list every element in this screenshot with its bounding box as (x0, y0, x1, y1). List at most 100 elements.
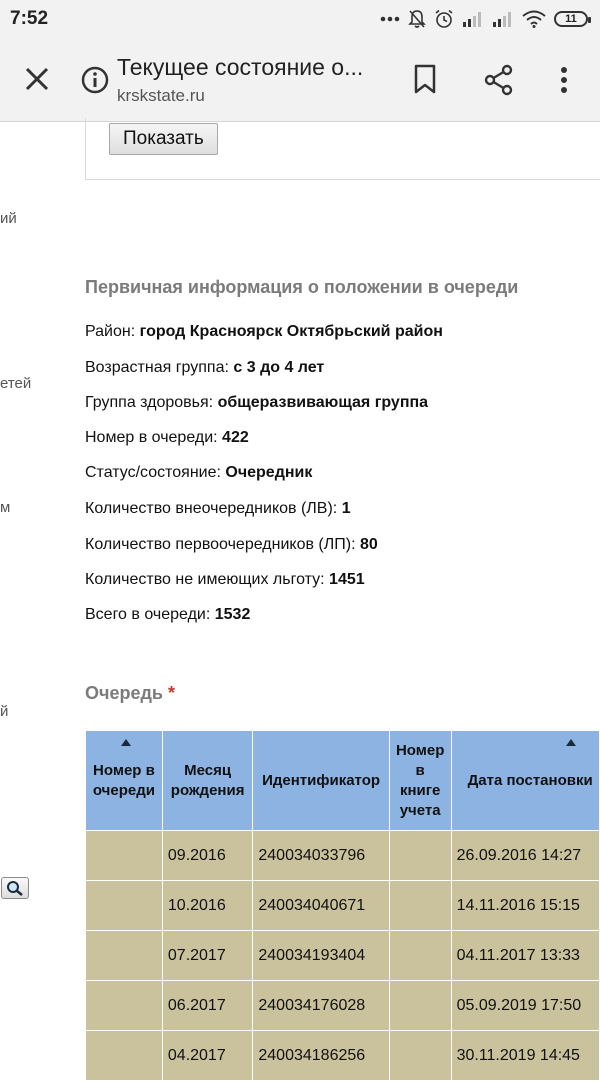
info-label: Количество не имеющих льготу: (85, 571, 325, 588)
share-icon[interactable] (482, 63, 516, 97)
column-header-book-number[interactable]: Номер в книге учета (388, 730, 452, 831)
info-label: Всего в очереди: (85, 606, 211, 623)
cell-month: 10.2016 (161, 880, 254, 931)
required-mark: * (167, 683, 175, 703)
cell-number (85, 880, 163, 931)
sidebar-fragment[interactable]: й (0, 703, 8, 720)
info-lp-count: Количество первоочередников (ЛП): 80 (85, 536, 378, 554)
cell-number (85, 980, 163, 1031)
info-age-group: Возрастная группа: с 3 до 4 лет (85, 359, 324, 377)
table-header-row: Номер в очереди Месяц рождения Идентифик… (85, 730, 600, 831)
more-dots-icon (380, 16, 400, 22)
page-url: krskstate.ru (117, 86, 205, 105)
cell-date: 14.11.2016 15:15 (450, 880, 600, 931)
cell-id: 240034186256 (252, 1030, 390, 1081)
cell-book (388, 830, 452, 881)
signal-icon-2 (493, 12, 511, 27)
page-title: Текущее состояние о... (117, 54, 364, 80)
cell-date: 26.09.2016 14:27 (450, 830, 600, 881)
close-icon[interactable] (20, 62, 54, 96)
table-row: 04.2017 240034186256 30.11.2019 14:45 (85, 1030, 600, 1081)
status-bar: 7:52 11 (0, 0, 600, 38)
info-lv-count: Количество внеочередников (ЛВ): 1 (85, 500, 351, 518)
queue-table: Номер в очереди Месяц рождения Идентифик… (85, 730, 600, 1081)
info-value: 1532 (214, 606, 251, 623)
cell-number (85, 930, 163, 981)
sort-arrow-icon (565, 739, 576, 746)
battery-icon: 11 (554, 11, 591, 27)
search-button[interactable] (1, 877, 29, 899)
cell-id: 240034193404 (252, 930, 390, 981)
column-label: Номер в очереди (92, 761, 155, 799)
info-value: с 3 до 4 лет (233, 359, 325, 376)
sidebar-fragment[interactable]: ий (0, 210, 17, 227)
notifications-off-icon (408, 10, 426, 28)
more-vert-icon[interactable] (552, 63, 576, 97)
table-row: 07.2017 240034193404 04.11.2017 13:33 (85, 930, 600, 981)
cell-number (85, 830, 163, 881)
bookmark-icon[interactable] (410, 63, 440, 95)
info-label: Статус/состояние: (85, 464, 221, 481)
info-label: Возрастная группа: (85, 359, 229, 376)
table-row: 10.2016 240034040671 14.11.2016 15:15 (85, 880, 600, 931)
info-label: Количество внеочередников (ЛВ): (85, 500, 338, 517)
cell-number (85, 1030, 163, 1081)
table-row: 06.2017 240034176028 05.09.2019 17:50 (85, 980, 600, 1031)
column-label: Номер в книге учета (395, 741, 445, 819)
info-icon[interactable] (80, 65, 110, 95)
show-button[interactable]: Показать (109, 123, 218, 155)
queue-heading-text: Очередь (85, 683, 163, 703)
info-label: Количество первоочередников (ЛП): (85, 536, 356, 553)
column-header-number[interactable]: Номер в очереди (85, 730, 163, 831)
cell-month: 06.2017 (161, 980, 254, 1031)
cell-book (388, 880, 452, 931)
sidebar-fragment[interactable]: етей (0, 375, 31, 392)
cell-month: 09.2016 (161, 830, 254, 881)
cell-id: 240034040671 (252, 880, 390, 931)
info-value: 80 (359, 536, 378, 553)
info-label: Группа здоровья: (85, 394, 214, 411)
cell-date: 30.11.2019 14:45 (450, 1030, 600, 1081)
cell-book (388, 1030, 452, 1081)
info-label: Номер в очереди: (85, 429, 218, 446)
cell-id: 240034033796 (252, 830, 390, 881)
cell-month: 04.2017 (161, 1030, 254, 1081)
magnifier-icon (7, 881, 23, 896)
column-header-month[interactable]: Месяц рождения (161, 730, 254, 831)
info-value: 1 (341, 500, 351, 517)
alarm-icon (435, 9, 453, 28)
sort-arrow-icon (121, 739, 131, 746)
status-time: 7:52 (10, 8, 49, 29)
info-value: общеразвивающая группа (217, 394, 429, 411)
cell-date: 04.11.2017 13:33 (450, 930, 600, 981)
info-value: Очередник (225, 464, 313, 481)
info-heading: Первичная информация о положении в очере… (85, 277, 519, 297)
queue-heading: Очередь * (85, 683, 175, 704)
cell-id: 240034176028 (252, 980, 390, 1031)
sidebar-fragment[interactable]: м (0, 499, 10, 516)
column-header-date[interactable]: Дата постановки (450, 730, 600, 831)
column-header-id[interactable]: Идентификатор (252, 730, 390, 831)
info-value: 422 (222, 429, 249, 446)
browser-toolbar: Текущее состояние о... krskstate.ru (0, 38, 600, 122)
cell-month: 07.2017 (161, 930, 254, 981)
wifi-icon (522, 10, 546, 28)
table-row: 09.2016 240034033796 26.09.2016 14:27 (85, 830, 600, 881)
cell-book (388, 980, 452, 1031)
column-label: Месяц рождения (170, 761, 245, 799)
info-status: Статус/состояние: Очередник (85, 464, 312, 482)
info-total: Всего в очереди: 1532 (85, 606, 250, 624)
cell-book (388, 930, 452, 981)
info-value: город Красноярск Октябрьский район (139, 323, 443, 340)
info-health-group: Группа здоровья: общеразвивающая группа (85, 394, 428, 412)
info-no-benefit-count: Количество не имеющих льготу: 1451 (85, 571, 365, 589)
status-icons: 11 (380, 9, 591, 29)
signal-icon (463, 12, 481, 27)
info-value: 1451 (329, 571, 365, 588)
column-label: Дата постановки (467, 771, 593, 789)
info-district: Район: город Красноярск Октябрьский райо… (85, 323, 443, 341)
info-queue-number: Номер в очереди: 422 (85, 429, 249, 447)
cell-date: 05.09.2019 17:50 (450, 980, 600, 1031)
info-label: Район: (85, 323, 136, 340)
column-label: Идентификатор (262, 771, 381, 789)
